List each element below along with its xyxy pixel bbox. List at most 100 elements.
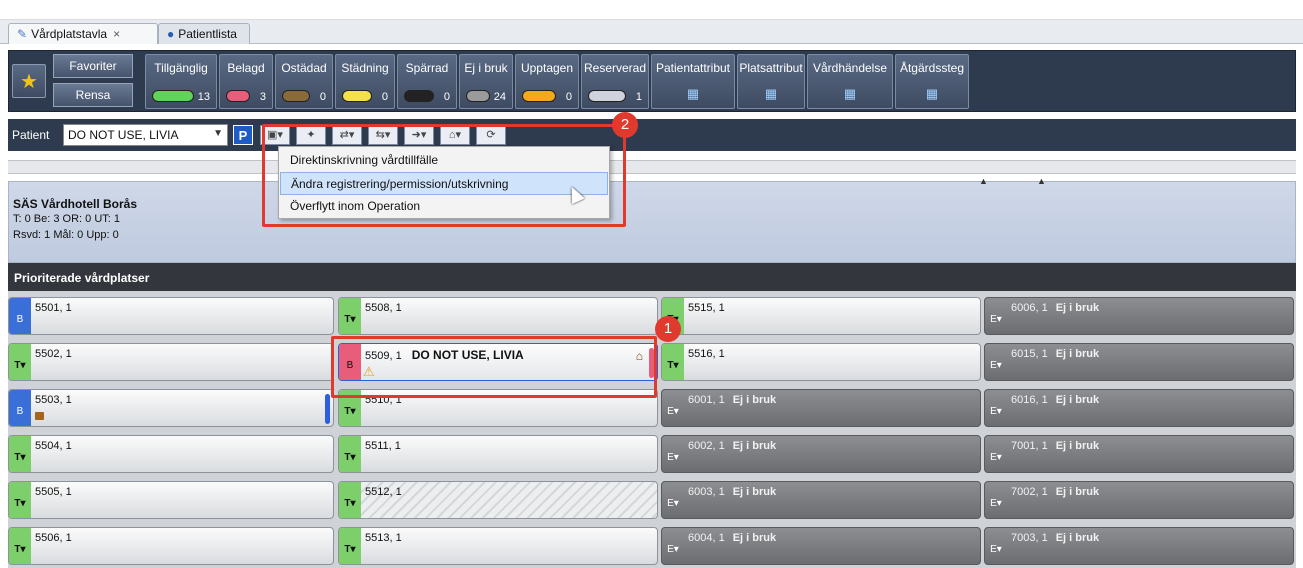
bed-status-marker[interactable]: B (9, 390, 31, 426)
bed-note: Ej i bruk (732, 440, 777, 452)
bed-cell[interactable]: T▾5515, 1 (661, 297, 981, 335)
bed-status-marker[interactable]: T▾ (9, 344, 31, 380)
collapse-caret-icon[interactable]: ▲ (979, 176, 988, 186)
bed-status-marker[interactable]: E▾ (662, 528, 684, 564)
filter-button[interactable]: Spärrad 0 (397, 54, 457, 109)
filter-count: 0 (319, 91, 326, 103)
bed-status-marker[interactable]: E▾ (985, 390, 1007, 426)
bed-label: 6016, 1 Ej i bruk (1011, 394, 1099, 406)
bed-status-marker[interactable]: E▾ (985, 528, 1007, 564)
bed-label: 5502, 1 (35, 348, 72, 360)
filter-count: 1 (635, 91, 642, 103)
bed-cell[interactable]: T▾ 5504, 1 (8, 435, 334, 473)
filter-button[interactable]: Tillgänglig 13 (145, 54, 217, 109)
status-color-bar (226, 90, 250, 102)
filter-button[interactable]: Åtgärdssteg ▦ (895, 54, 969, 109)
bed-id: 6001, 1 (688, 394, 725, 406)
bed-status-marker[interactable]: T▾ (339, 482, 361, 518)
bed-status-marker[interactable]: T▾ (9, 528, 31, 564)
bed-label: 5513, 1 (365, 532, 402, 544)
bed-status-marker[interactable]: E▾ (985, 436, 1007, 472)
bed-id: 5511, 1 (365, 440, 401, 452)
bed-cell[interactable]: T▾ 5505, 1 (8, 481, 334, 519)
filter-button[interactable]: Upptagen 0 (515, 54, 579, 109)
filter-label: Reserverad (583, 61, 647, 75)
bed-cell[interactable]: B 5501, 1 (8, 297, 334, 335)
bed-id: 5506, 1 (35, 532, 72, 544)
collapse-caret-icon[interactable]: ▲ (1037, 176, 1046, 186)
bed-note: Ej i bruk (1055, 348, 1100, 360)
bed-id: 5501, 1 (35, 302, 72, 314)
clear-button[interactable]: Rensa (53, 83, 133, 107)
favorites-button[interactable]: Favoriter (53, 54, 133, 78)
bed-status-marker[interactable]: T▾ (339, 298, 361, 334)
bed-status-marker[interactable]: B (9, 298, 31, 334)
bed-cell[interactable]: E▾ 6015, 1 Ej i bruk (984, 343, 1294, 381)
bed-cell[interactable]: B 5503, 1 (8, 389, 334, 427)
bed-status-marker[interactable]: E▾ (662, 482, 684, 518)
bed-status-marker[interactable]: T▾ (662, 344, 684, 380)
filter-button[interactable]: Ostädad 0 (275, 54, 333, 109)
bed-id: 6002, 1 (688, 440, 725, 452)
bed-status-marker[interactable]: T▾ (339, 436, 361, 472)
filter-button[interactable]: Platsattribut ▦ (737, 54, 805, 109)
close-icon[interactable]: × (113, 27, 120, 41)
ward-stats-2: Rsvd: 1 Mål: 0 Upp: 0 (13, 229, 119, 241)
bed-cell[interactable]: E▾ 7001, 1 Ej i bruk (984, 435, 1294, 473)
bed-cell[interactable]: E▾ 6004, 1 Ej i bruk (661, 527, 981, 565)
bed-status-marker[interactable]: E▾ (985, 298, 1007, 334)
bed-cell[interactable]: T▾ 5506, 1 (8, 527, 334, 565)
filter-button[interactable]: Belagd 3 (219, 54, 273, 109)
filter-button[interactable]: Ej i bruk 24 (459, 54, 513, 109)
attribute-icon: ▦ (764, 86, 778, 101)
filter-label: Vårdhändelse (812, 61, 888, 75)
status-color-bar (282, 90, 310, 102)
annotation-badge-1: 1 (655, 316, 681, 342)
status-color-bar (404, 90, 434, 102)
status-color-bar (522, 90, 556, 102)
bed-status-marker[interactable]: E▾ (985, 344, 1007, 380)
bed-id: 6016, 1 (1011, 394, 1048, 406)
filter-label: Platsattribut (739, 61, 803, 75)
filter-button[interactable]: Vårdhändelse ▦ (807, 54, 893, 109)
window-top-strip (0, 0, 1303, 20)
parking-button[interactable]: P (233, 125, 253, 145)
bed-cell[interactable]: E▾ 7003, 1 Ej i bruk (984, 527, 1294, 565)
bed-cell[interactable]: E▾ 6001, 1 Ej i bruk (661, 389, 981, 427)
filter-button[interactable]: Städning 0 (335, 54, 395, 109)
bed-cell[interactable]: T▾ 5511, 1 (338, 435, 658, 473)
bed-status-marker[interactable]: E▾ (985, 482, 1007, 518)
patient-select[interactable]: DO NOT USE, LIVIA ▼ (63, 124, 228, 146)
bed-status-marker[interactable]: T▾ (9, 482, 31, 518)
bed-status-marker[interactable]: E▾ (662, 436, 684, 472)
bed-cell[interactable]: T▾ 5513, 1 (338, 527, 658, 565)
filter-button[interactable]: Patientattribut ▦ (651, 54, 735, 109)
bed-label: 7003, 1 Ej i bruk (1011, 532, 1099, 544)
bed-cell[interactable]: E▾ 7002, 1 Ej i bruk (984, 481, 1294, 519)
star-icon[interactable]: ★ (12, 64, 46, 98)
bed-label: 5503, 1 (35, 394, 72, 406)
status-color-bar (588, 90, 626, 102)
bed-label: 6003, 1 Ej i bruk (688, 486, 776, 498)
bed-cell[interactable]: E▾ 6016, 1 Ej i bruk (984, 389, 1294, 427)
bed-cell[interactable]: T▾ 5508, 1 (338, 297, 658, 335)
splitter[interactable] (8, 160, 1296, 174)
bed-note: Ej i bruk (1055, 394, 1100, 406)
bed-cell[interactable]: T▾ 5512, 1 (338, 481, 658, 519)
bed-grid: B 5501, 1 T▾5508, 1T▾5515, 1E▾6006, 1Ej i … (8, 291, 1296, 568)
bed-status-marker[interactable]: E▾ (662, 390, 684, 426)
filter-button[interactable]: Reserverad 1 (581, 54, 649, 109)
bed-label: 6015, 1 Ej i bruk (1011, 348, 1099, 360)
tab-patientlista[interactable]: ● Patientlista (158, 23, 250, 44)
bed-id: 5505, 1 (35, 486, 72, 498)
bed-cell[interactable]: T▾ 5516, 1 (661, 343, 981, 381)
bed-cell[interactable]: E▾ 6006, 1 Ej i bruk (984, 297, 1294, 335)
bed-cell[interactable]: E▾ 6002, 1 Ej i bruk (661, 435, 981, 473)
bed-cell[interactable]: T▾ 5502, 1 (8, 343, 334, 381)
bed-status-marker[interactable]: T▾ (9, 436, 31, 472)
bed-label: 5512, 1 (365, 486, 402, 498)
tab-vardplatstavla[interactable]: ✎ Vårdplatstavla × (8, 23, 158, 44)
bed-label: 7001, 1 Ej i bruk (1011, 440, 1099, 452)
bed-status-marker[interactable]: T▾ (339, 528, 361, 564)
bed-cell[interactable]: E▾ 6003, 1 Ej i bruk (661, 481, 981, 519)
